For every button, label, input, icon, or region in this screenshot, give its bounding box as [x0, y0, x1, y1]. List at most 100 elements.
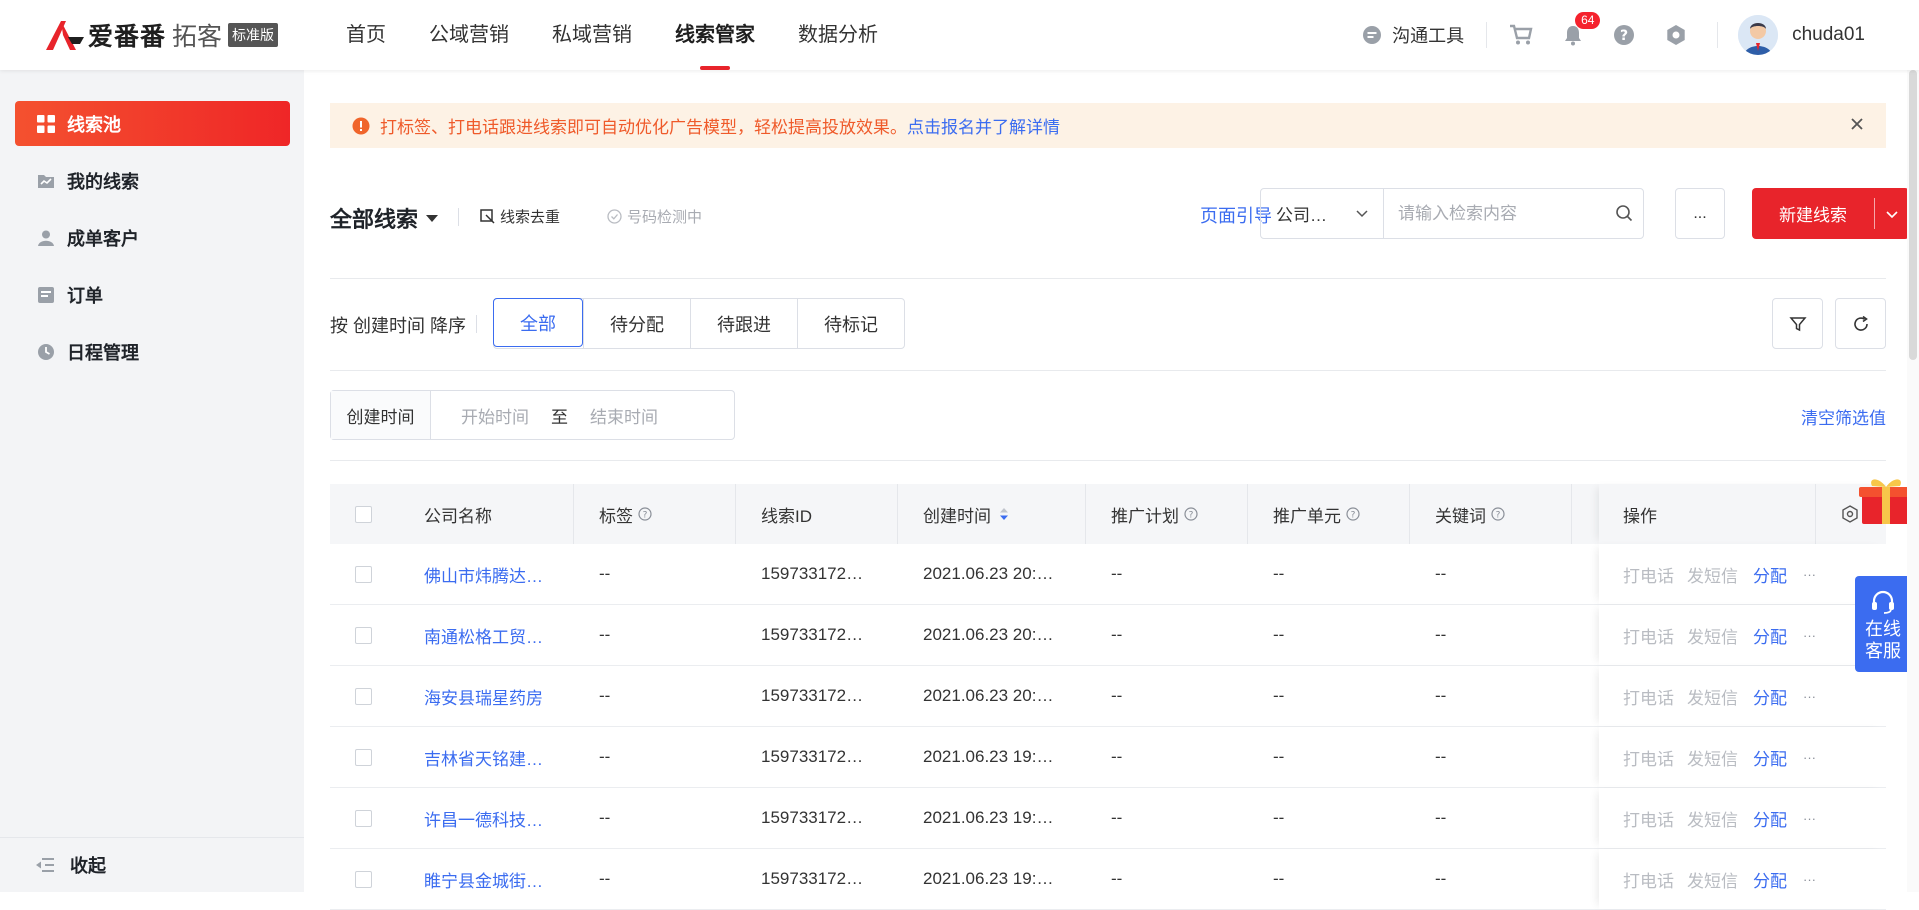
bell-icon[interactable]: 64 [1563, 12, 1601, 46]
sort-icon[interactable] [999, 507, 1009, 521]
table-row[interactable]: 佛山市炜腾达… -- 159733172… 2021.06.23 20:… -- -- --… [330, 544, 1886, 605]
view-title-dropdown[interactable]: 全部线索 [330, 202, 439, 234]
more-actions-button[interactable]: ··· [1803, 628, 1816, 643]
new-lead-button[interactable]: 新建线索 [1752, 188, 1909, 239]
call-button[interactable]: 打电话 [1623, 745, 1674, 770]
tab-pending-mark[interactable]: 待标记 [797, 299, 904, 348]
notice-link[interactable]: 点击报名并了解详情 [907, 113, 1060, 138]
call-button[interactable]: 打电话 [1623, 806, 1674, 831]
table-row[interactable]: 睢宁县金城街… -- 159733172… 2021.06.23 19:… -- -- --… [330, 849, 1886, 910]
column-header-company[interactable]: 公司名称 [424, 502, 492, 527]
tab-pending-assign[interactable]: 待分配 [583, 299, 690, 348]
help-icon[interactable]: ? [1613, 24, 1635, 46]
filter-button[interactable] [1772, 298, 1823, 349]
more-actions-button[interactable]: ··· [1803, 811, 1816, 826]
company-name-link[interactable]: 许昌一德科技… [424, 806, 543, 831]
column-header-lead-id[interactable]: 线索ID [761, 502, 812, 527]
chevron-down-icon[interactable] [1875, 207, 1909, 221]
tab-all[interactable]: 全部 [493, 298, 583, 347]
sidebar-item-my-leads[interactable]: 我的线索 [15, 158, 290, 203]
call-button[interactable]: 打电话 [1623, 684, 1674, 709]
assign-button[interactable]: 分配 [1753, 806, 1787, 831]
table-row[interactable]: 许昌一德科技… -- 159733172… 2021.06.23 19:… -- -- --… [330, 788, 1886, 849]
call-button[interactable]: 打电话 [1623, 562, 1674, 587]
row-checkbox[interactable] [355, 809, 372, 827]
company-name-link[interactable]: 吉林省天铭建… [424, 745, 543, 770]
more-actions-button[interactable]: ··· [1803, 750, 1816, 765]
online-service-button[interactable]: 在线 客服 [1855, 576, 1911, 672]
gift-icon[interactable] [1858, 474, 1914, 526]
row-checkbox[interactable] [355, 870, 372, 888]
column-settings-icon[interactable] [1841, 505, 1859, 523]
column-header-plan[interactable]: 推广计划 ? [1111, 502, 1198, 527]
more-actions-button[interactable]: ··· [1803, 567, 1816, 582]
question-icon[interactable]: ? [1491, 507, 1505, 521]
more-actions-button[interactable]: ··· [1803, 689, 1816, 704]
nav-private-marketing[interactable]: 私域营销 [552, 0, 632, 70]
assign-button[interactable]: 分配 [1753, 623, 1787, 648]
nav-data-analysis[interactable]: 数据分析 [798, 0, 878, 70]
sidebar-item-customers[interactable]: 成单客户 [15, 215, 290, 260]
close-icon[interactable] [1848, 115, 1866, 138]
column-header-tag[interactable]: 标签 ? [599, 502, 652, 527]
sms-button[interactable]: 发短信 [1687, 806, 1738, 831]
question-icon[interactable]: ? [1184, 507, 1198, 521]
call-button[interactable]: 打电话 [1623, 867, 1674, 892]
avatar[interactable] [1738, 15, 1779, 55]
more-actions-button[interactable]: ··· [1803, 872, 1816, 887]
nav-home[interactable]: 首页 [346, 0, 386, 70]
more-button[interactable]: ... [1675, 188, 1725, 239]
sidebar-collapse-button[interactable]: 收起 [0, 837, 304, 892]
table-row[interactable]: 海安县瑞星药房 -- 159733172… 2021.06.23 20:… -- -- --… [330, 666, 1886, 727]
comm-tool-button[interactable]: 沟通工具 [1362, 22, 1464, 48]
settings-icon[interactable] [1665, 24, 1687, 46]
date-range-picker[interactable]: 创建时间 开始时间 至 结束时间 [330, 390, 735, 440]
search-field-select[interactable]: 公司… [1261, 189, 1384, 238]
search-input[interactable] [1384, 189, 1643, 238]
end-date-input[interactable]: 结束时间 [590, 403, 658, 428]
row-checkbox[interactable] [355, 626, 372, 644]
assign-button[interactable]: 分配 [1753, 745, 1787, 770]
cart-icon[interactable] [1509, 24, 1533, 46]
column-header-keyword[interactable]: 关键词 ? [1435, 502, 1505, 527]
dedupe-button[interactable]: 线索去重 [480, 206, 560, 227]
assign-button[interactable]: 分配 [1753, 684, 1787, 709]
company-name-link[interactable]: 南通松格工贸… [424, 623, 543, 648]
company-name-link[interactable]: 海安县瑞星药房 [424, 684, 543, 709]
row-checkbox[interactable] [355, 687, 372, 705]
question-icon[interactable]: ? [638, 507, 652, 521]
assign-button[interactable]: 分配 [1753, 867, 1787, 892]
sms-button[interactable]: 发短信 [1687, 623, 1738, 648]
sort-label[interactable]: 按 创建时间 降序 [330, 312, 466, 338]
refresh-button[interactable] [1835, 298, 1886, 349]
column-header-created-time[interactable]: 创建时间 [923, 502, 1009, 527]
sidebar-item-lead-pool[interactable]: 线索池 [15, 101, 290, 146]
select-all-checkbox[interactable] [355, 505, 372, 523]
sms-button[interactable]: 发短信 [1687, 745, 1738, 770]
search-icon[interactable] [1615, 204, 1633, 227]
username[interactable]: chuda01 [1792, 24, 1865, 46]
sms-button[interactable]: 发短信 [1687, 867, 1738, 892]
start-date-input[interactable]: 开始时间 [461, 403, 529, 428]
column-header-unit[interactable]: 推广单元 ? [1273, 502, 1360, 527]
scrollbar-thumb[interactable] [1909, 70, 1917, 360]
assign-button[interactable]: 分配 [1753, 562, 1787, 587]
logo[interactable]: 爱番番 拓客 标准版 [44, 16, 279, 54]
company-name-link[interactable]: 佛山市炜腾达… [424, 562, 543, 587]
nav-public-marketing[interactable]: 公域营销 [429, 0, 509, 70]
row-checkbox[interactable] [355, 748, 372, 766]
table-row[interactable]: 吉林省天铭建… -- 159733172… 2021.06.23 19:… -- -- --… [330, 727, 1886, 788]
question-icon[interactable]: ? [1346, 507, 1360, 521]
clear-filters-link[interactable]: 清空筛选值 [1801, 404, 1886, 429]
call-button[interactable]: 打电话 [1623, 623, 1674, 648]
headset-icon [1855, 590, 1911, 618]
sms-button[interactable]: 发短信 [1687, 684, 1738, 709]
row-checkbox[interactable] [355, 565, 372, 583]
nav-lead-manager[interactable]: 线索管家 [675, 0, 755, 70]
sidebar-item-orders[interactable]: 订单 [15, 272, 290, 317]
company-name-link[interactable]: 睢宁县金城街… [424, 867, 543, 892]
tab-pending-follow[interactable]: 待跟进 [690, 299, 797, 348]
sms-button[interactable]: 发短信 [1687, 562, 1738, 587]
sidebar-item-schedule[interactable]: 日程管理 [15, 329, 290, 374]
table-row[interactable]: 南通松格工贸… -- 159733172… 2021.06.23 20:… -- -- --… [330, 605, 1886, 666]
